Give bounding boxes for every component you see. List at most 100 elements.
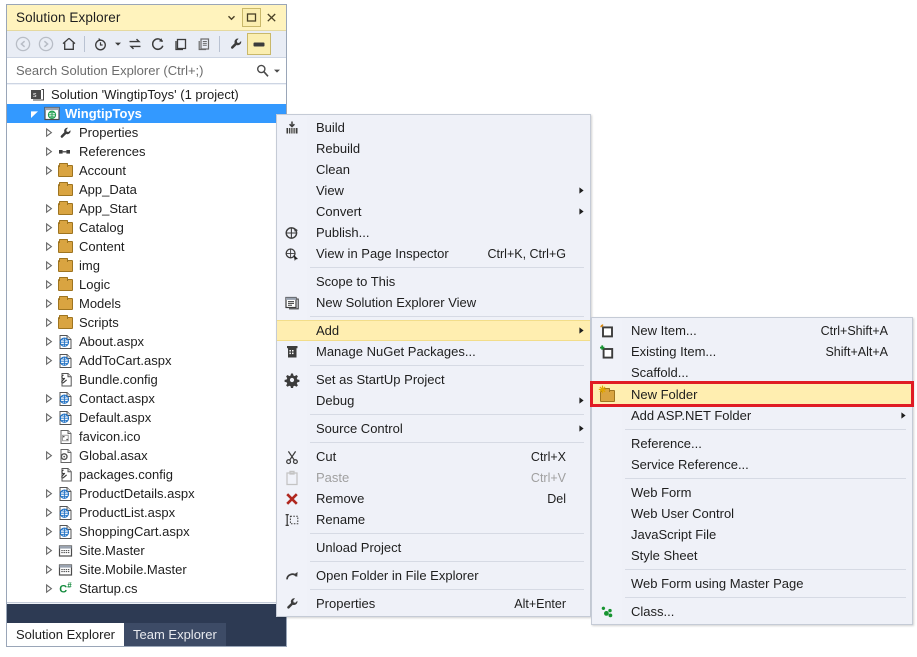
search-dropdown-chevron-down-icon[interactable] [271, 60, 282, 82]
tree-item[interactable]: ProductDetails.aspx [7, 484, 286, 503]
menu-item[interactable]: Rebuild [277, 138, 590, 159]
expander-collapsed-icon[interactable] [41, 315, 56, 330]
tree-item[interactable]: AddToCart.aspx [7, 351, 286, 370]
preview-selected-items-icon[interactable] [247, 33, 271, 55]
search-input[interactable] [16, 63, 253, 78]
tree-item[interactable]: Content [7, 237, 286, 256]
expander-collapsed-icon[interactable] [41, 163, 56, 178]
window-maximize-icon[interactable] [242, 8, 261, 27]
menu-item[interactable]: Rename [277, 509, 590, 530]
menu-item[interactable]: Reference... [592, 433, 912, 454]
show-all-files-icon[interactable] [169, 33, 192, 55]
menu-item[interactable]: Scope to This [277, 271, 590, 292]
refresh-icon[interactable] [146, 33, 169, 55]
tab-team-explorer[interactable]: Team Explorer [124, 623, 226, 646]
menu-item[interactable]: New Folder [592, 383, 912, 405]
tree-item[interactable]: ShoppingCart.aspx [7, 522, 286, 541]
tree-item[interactable]: Catalog [7, 218, 286, 237]
menu-item[interactable]: Style Sheet [592, 545, 912, 566]
expander-collapsed-icon[interactable] [41, 220, 56, 235]
forward-icon[interactable] [34, 33, 57, 55]
tree-item[interactable]: sSolution 'WingtipToys' (1 project) [7, 85, 286, 104]
menu-item[interactable]: Clean [277, 159, 590, 180]
tree-item[interactable]: packages.config [7, 465, 286, 484]
solution-tree[interactable]: sSolution 'WingtipToys' (1 project)Wingt… [7, 85, 286, 603]
tree-item[interactable]: About.aspx [7, 332, 286, 351]
menu-item[interactable]: Source Control [277, 418, 590, 439]
search-icon[interactable] [253, 60, 271, 82]
expander-collapsed-icon[interactable] [41, 448, 56, 463]
menu-item[interactable]: Add [277, 320, 590, 341]
expander-collapsed-icon[interactable] [41, 258, 56, 273]
expander-collapsed-icon[interactable] [41, 201, 56, 216]
menu-item[interactable]: Debug [277, 390, 590, 411]
collapse-all-icon[interactable] [192, 33, 215, 55]
tree-item[interactable]: Contact.aspx [7, 389, 286, 408]
tree-item[interactable]: Models [7, 294, 286, 313]
tree-item[interactable]: img [7, 256, 286, 275]
menu-item[interactable]: Set as StartUp Project [277, 369, 590, 390]
menu-item[interactable]: View in Page InspectorCtrl+K, Ctrl+G [277, 243, 590, 264]
menu-item[interactable]: View [277, 180, 590, 201]
menu-item[interactable]: Convert [277, 201, 590, 222]
expander-collapsed-icon[interactable] [41, 486, 56, 501]
expander-collapsed-icon[interactable] [41, 543, 56, 558]
tree-item[interactable]: WingtipToys [7, 104, 286, 123]
menu-item[interactable]: New Solution Explorer View [277, 292, 590, 313]
menu-item[interactable]: JavaScript File [592, 524, 912, 545]
tree-item[interactable]: favicon.ico [7, 427, 286, 446]
pending-changes-filter-icon[interactable] [89, 33, 112, 55]
tree-item[interactable]: Site.Mobile.Master [7, 560, 286, 579]
expander-collapsed-icon[interactable] [41, 410, 56, 425]
tree-item[interactable]: ProductList.aspx [7, 503, 286, 522]
menu-item[interactable]: Class... [592, 601, 912, 622]
tree-item[interactable]: App_Data [7, 180, 286, 199]
tree-item[interactable]: References [7, 142, 286, 161]
solution-explorer-search[interactable] [7, 58, 286, 84]
menu-item[interactable]: Web Form [592, 482, 912, 503]
expander-collapsed-icon[interactable] [41, 353, 56, 368]
expander-collapsed-icon[interactable] [41, 334, 56, 349]
menu-item[interactable]: Open Folder in File Explorer [277, 565, 590, 586]
expander-collapsed-icon[interactable] [41, 144, 56, 159]
menu-item[interactable]: Web User Control [592, 503, 912, 524]
expander-collapsed-icon[interactable] [41, 125, 56, 140]
tree-item[interactable]: Global.asax [7, 446, 286, 465]
tree-item[interactable]: ViewSwitcher.ascx [7, 598, 286, 603]
expander-collapsed-icon[interactable] [41, 581, 56, 596]
menu-item[interactable]: PropertiesAlt+Enter [277, 593, 590, 614]
menu-item[interactable]: Build [277, 117, 590, 138]
add-submenu[interactable]: New Item...Ctrl+Shift+AExisting Item...S… [591, 317, 913, 625]
expander-collapsed-icon[interactable] [41, 296, 56, 311]
expander-collapsed-icon[interactable] [41, 277, 56, 292]
tree-item[interactable]: Logic [7, 275, 286, 294]
menu-item[interactable]: Unload Project [277, 537, 590, 558]
expander-collapsed-icon[interactable] [41, 239, 56, 254]
menu-item[interactable]: RemoveDel [277, 488, 590, 509]
menu-item[interactable]: Add ASP.NET Folder [592, 405, 912, 426]
menu-item[interactable]: New Item...Ctrl+Shift+A [592, 320, 912, 341]
expander-collapsed-icon[interactable] [41, 505, 56, 520]
menu-item[interactable]: Publish... [277, 222, 590, 243]
chevron-down-icon[interactable] [112, 33, 123, 55]
tree-item[interactable]: Site.Master [7, 541, 286, 560]
window-close-icon[interactable] [262, 8, 281, 27]
menu-item[interactable]: Web Form using Master Page [592, 573, 912, 594]
menu-item[interactable]: Manage NuGet Packages... [277, 341, 590, 362]
tree-item[interactable]: C#Startup.cs [7, 579, 286, 598]
expander-collapsed-icon[interactable] [41, 524, 56, 539]
tab-solution-explorer[interactable]: Solution Explorer [7, 623, 124, 646]
menu-item[interactable]: Service Reference... [592, 454, 912, 475]
tree-item[interactable]: Scripts [7, 313, 286, 332]
expander-expanded-icon[interactable] [27, 106, 42, 121]
project-context-menu[interactable]: BuildRebuildCleanViewConvertPublish...Vi… [276, 114, 591, 617]
expander-collapsed-icon[interactable] [41, 600, 56, 603]
sync-with-active-document-icon[interactable] [123, 33, 146, 55]
expander-collapsed-icon[interactable] [41, 391, 56, 406]
tree-item[interactable]: App_Start [7, 199, 286, 218]
menu-item[interactable]: Existing Item...Shift+Alt+A [592, 341, 912, 362]
tree-item[interactable]: Bundle.config [7, 370, 286, 389]
menu-item[interactable]: CutCtrl+X [277, 446, 590, 467]
menu-item[interactable]: PasteCtrl+V [277, 467, 590, 488]
tree-item[interactable]: Default.aspx [7, 408, 286, 427]
